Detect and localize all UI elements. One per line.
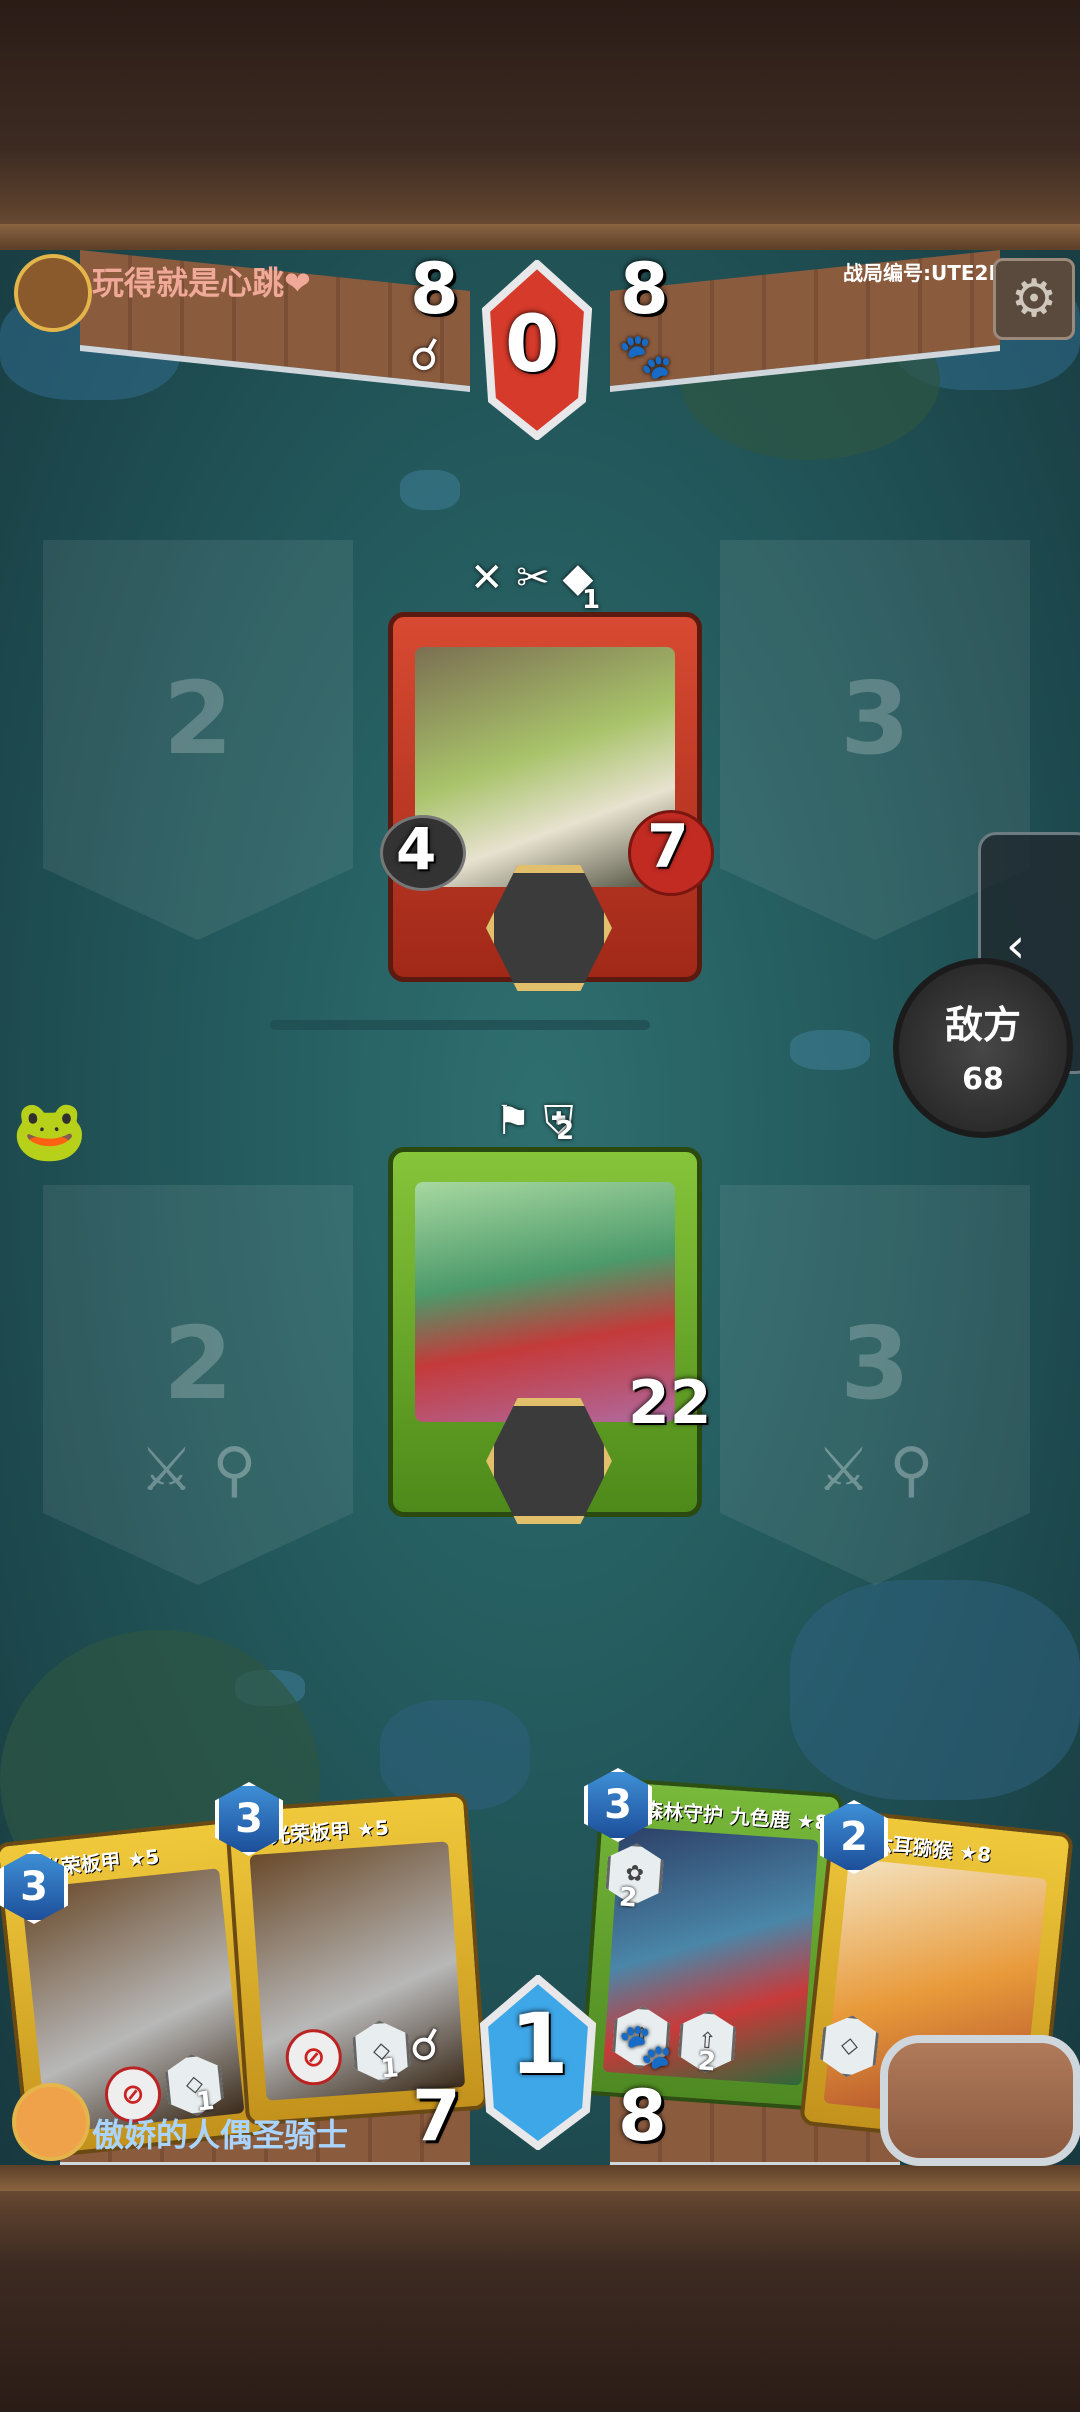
status-count: 1 [582, 585, 601, 615]
player-slot-3[interactable]: 3 ⚔ ⚲ [720, 1185, 1030, 1585]
opponent-right-score: 8 [620, 248, 669, 330]
player-gem-value: 1 [510, 1995, 569, 2093]
opponent-avatar[interactable] [14, 254, 92, 332]
slot-number: 3 [840, 660, 910, 777]
rock-decoration [790, 1580, 1080, 1800]
attack-value: 4 [396, 815, 437, 883]
gear-icon: ⚙ [1010, 269, 1058, 329]
ring-icon: ☌ [410, 330, 440, 381]
opponent-name: 玩得就是心跳❤ [92, 264, 311, 302]
health-value: 22 [628, 1368, 712, 1438]
top-wood-frame [0, 0, 1080, 250]
bottom-wood-frame [0, 2165, 1080, 2412]
ring-icon: ☌ [410, 2020, 440, 2071]
card-badge-top: 2 [617, 1882, 639, 1914]
slot-number: 2 [163, 660, 233, 777]
card-title: 光荣板甲 ★5 [269, 1815, 390, 1848]
player-name: 傲娇的人偶圣骑士 [92, 2116, 349, 2154]
card-badge-number: 2 [696, 2046, 717, 2078]
ground-crack [270, 1020, 650, 1030]
enemy-deck-count: 68 [962, 1062, 1004, 1097]
enemy-slot-2[interactable]: 2 [43, 540, 353, 940]
paw-icon: 🐾 [618, 331, 673, 382]
status-count: 2 [556, 1116, 575, 1146]
paw-icon: 🐾 [618, 2021, 673, 2072]
opponent-gem-value: 0 [505, 300, 560, 390]
match-id: 战局编号:UTE2L [843, 261, 1002, 285]
enemy-label: 敌方 [944, 1003, 1021, 1047]
pebble-decoration [400, 470, 460, 510]
player-right-score: 8 [618, 2075, 667, 2157]
bow-and-hook-icon: ⚔ ⚲ [139, 1435, 257, 1505]
bow-and-hook-icon: ⚔ ⚲ [816, 1435, 934, 1505]
player-slot-2[interactable]: 2 ⚔ ⚲ [43, 1185, 353, 1585]
slot-number: 3 [840, 1305, 910, 1422]
player-left-score: 7 [412, 2075, 461, 2157]
frog-icon: 🐸 [12, 1096, 87, 1166]
opponent-left-score: 8 [410, 248, 459, 330]
enemy-deck-button[interactable]: 敌方 68 [893, 958, 1073, 1138]
swords-scissors-status-icon: ✕ ✂ ◆ [470, 555, 594, 601]
slot-number: 2 [163, 1305, 233, 1422]
end-turn-button[interactable] [880, 2035, 1080, 2166]
settings-button[interactable]: ⚙ [993, 258, 1075, 340]
player-avatar[interactable] [12, 2083, 90, 2161]
card-badge-number: 1 [379, 2053, 400, 2085]
pebble-decoration [790, 1030, 870, 1070]
health-value: 7 [647, 812, 689, 882]
